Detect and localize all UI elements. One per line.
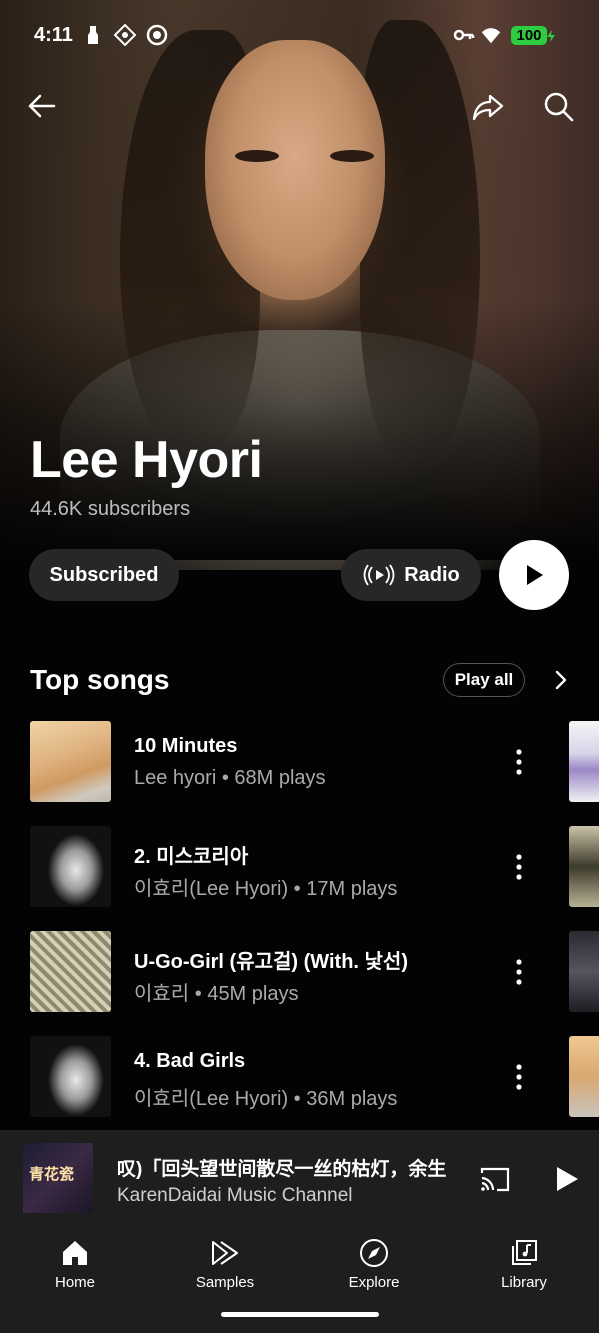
artist-name: Lee Hyori [30,431,263,489]
album-art [30,826,111,907]
song-meta: 이효리(Lee Hyori) • 36M plays [134,1088,398,1110]
vpn-key-icon [453,29,475,41]
subscribed-button[interactable]: Subscribed [29,549,179,601]
mini-player[interactable]: 青花瓷 叹)「回头望世间散尽一丝的枯灯，余生 KarenDaidai Music… [0,1130,599,1228]
thumbnail-text: 青花瓷 [29,1166,75,1183]
wifi-icon [481,28,501,44]
radio-label: Radio [404,563,460,586]
next-card-peek[interactable] [569,931,599,1012]
search-icon[interactable] [540,88,576,124]
nav-home[interactable]: Home [15,1238,135,1308]
next-card-peek[interactable] [569,1036,599,1117]
song-title: 10 Minutes [134,735,238,757]
radio-button[interactable]: Radio [341,549,481,601]
more-options-icon[interactable] [506,747,532,777]
subscribed-label: Subscribed [49,563,159,586]
play-artist-button[interactable] [499,540,569,610]
next-card-peek[interactable] [569,721,599,802]
battery-indicator: 100 [511,26,547,45]
album-art [30,721,111,802]
nav-library-label: Library [501,1274,547,1291]
more-options-icon[interactable] [506,1062,532,1092]
explore-icon [360,1239,388,1267]
back-arrow-icon[interactable] [24,88,60,124]
subscriber-count: 44.6K subscribers [30,498,191,520]
nav-library[interactable]: Library [464,1238,584,1308]
bottom-navigation: Home Samples Explore Library [0,1228,599,1333]
play-all-label: Play all [454,670,514,689]
play-icon [527,565,543,585]
lock-notification-icon [88,26,98,44]
samples-icon [212,1241,238,1265]
play-all-button[interactable]: Play all [443,663,525,697]
status-time: 4:11 [34,24,73,46]
song-title: U-Go-Girl (유고걸) (With. 낯선) [134,951,408,973]
song-meta: Lee hyori • 68M plays [134,767,326,789]
nav-samples-label: Samples [195,1274,255,1291]
mini-play-icon[interactable] [551,1164,581,1194]
status-bar: 4:11 100 [0,0,599,70]
song-meta: 이효리(Lee Hyori) • 17M plays [134,878,398,900]
top-songs-heading: Top songs [30,664,170,695]
album-art [30,1036,111,1117]
more-options-icon[interactable] [506,852,532,882]
song-row[interactable]: 2. 미스코리아 이효리(Lee Hyori) • 17M plays [0,826,599,908]
charging-icon [547,30,555,42]
more-options-icon[interactable] [506,957,532,987]
mini-player-thumbnail: 青花瓷 [23,1143,93,1213]
nav-home-label: Home [54,1274,95,1291]
song-row[interactable]: 4. Bad Girls 이효리(Lee Hyori) • 36M plays [0,1036,599,1118]
nav-explore[interactable]: Explore [314,1238,434,1308]
app-notification-icon [146,24,168,46]
library-icon [512,1240,537,1265]
nav-explore-label: Explore [348,1274,400,1291]
home-icon [63,1241,87,1265]
album-art [30,931,111,1012]
song-row[interactable]: U-Go-Girl (유고걸) (With. 낯선) 이효리 • 45M pla… [0,931,599,1013]
now-playing-channel: KarenDaidai Music Channel [117,1185,353,1206]
share-icon[interactable] [470,88,506,124]
next-card-peek[interactable] [569,826,599,907]
chevron-right-icon[interactable] [549,668,573,692]
nav-samples[interactable]: Samples [165,1238,285,1308]
gesture-home-bar[interactable] [221,1312,379,1317]
song-title: 2. 미스코리아 [134,846,249,868]
diamond-notification-icon [114,24,136,46]
cast-icon[interactable] [479,1164,511,1194]
now-playing-title: 叹)「回头望世间散尽一丝的枯灯，余生 [117,1159,447,1180]
song-row[interactable]: 10 Minutes Lee hyori • 68M plays [0,721,599,803]
song-meta: 이효리 • 45M plays [134,983,299,1005]
radio-icon [363,564,395,586]
song-title: 4. Bad Girls [134,1050,246,1072]
